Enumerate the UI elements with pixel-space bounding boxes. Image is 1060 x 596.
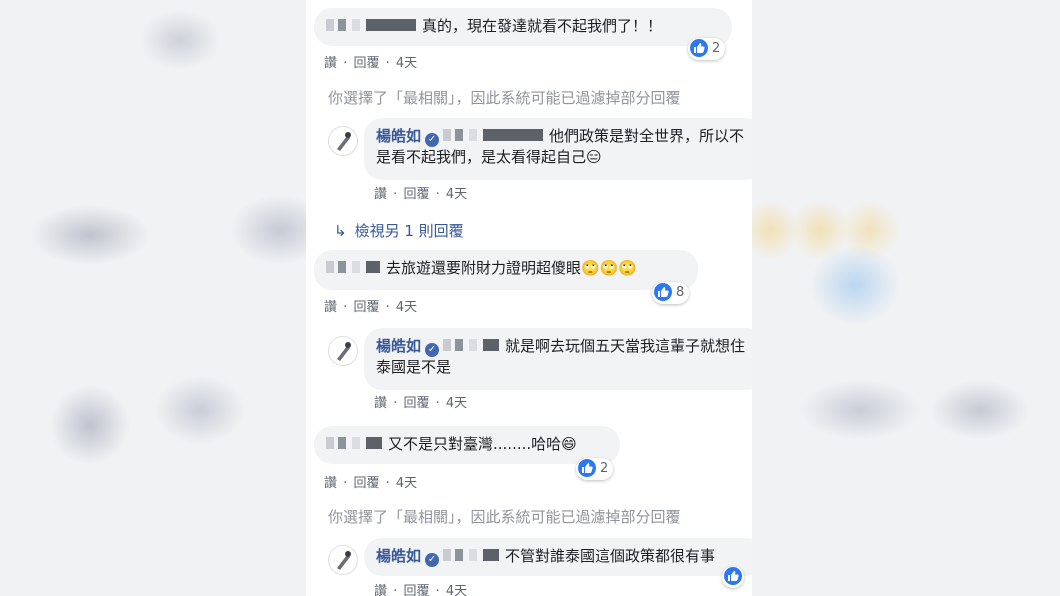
pixelated-username (443, 129, 544, 141)
author-name[interactable]: 楊皓如 (376, 127, 421, 145)
timestamp[interactable]: 4天 (446, 584, 467, 596)
comment-text: 不管對誰泰國這個政策都很有事 (505, 547, 716, 565)
timestamp[interactable]: 4天 (396, 56, 417, 71)
comment-actions: 讚 · 回覆 · 4天 (324, 56, 418, 71)
like-link[interactable]: 讚 (374, 584, 387, 596)
pixelated-username (443, 549, 500, 561)
comment-actions: 讚 · 回覆 · 4天 (324, 476, 418, 491)
comments-panel: 真的，現在發達就看不起我們了！！ 2 讚 · 回覆 · 4天 你選擇了「最相關」… (306, 0, 752, 596)
comment-text: 又不是只對臺灣........哈哈😄 (388, 435, 577, 453)
pixelated-username (326, 19, 416, 31)
comment-actions: 讚 · 回覆 · 4天 (374, 187, 468, 202)
verified-badge-icon: ✓ (425, 133, 440, 147)
reply-bubble: 楊皓如 ✓ 他們政策是對全世界，所以不是看不起我們，是太看得起自己😑 (364, 118, 752, 180)
reply-link[interactable]: 回覆 (403, 396, 429, 411)
avatar[interactable] (328, 126, 358, 156)
like-link[interactable]: 讚 (324, 300, 337, 315)
filter-note: 你選擇了「最相關」，因此系統可能已過濾掉部分回覆 (328, 508, 681, 526)
reply-arrow-icon: ↳ (334, 222, 347, 240)
comment-text: 去旅遊還要附財力證明超傻眼🙄🙄🙄 (386, 259, 638, 277)
verified-badge-icon: ✓ (425, 553, 440, 567)
view-more-replies-link[interactable]: ↳ 檢視另 1 則回覆 (334, 220, 464, 241)
author-name[interactable]: 楊皓如 (376, 547, 421, 565)
reply-link[interactable]: 回覆 (353, 56, 379, 71)
reply-link[interactable]: 回覆 (403, 187, 429, 202)
reaction-badge[interactable] (722, 566, 744, 588)
avatar[interactable] (328, 336, 358, 366)
timestamp[interactable]: 4天 (446, 187, 467, 202)
comment-actions: 讚 · 回覆 · 4天 (324, 300, 418, 315)
pixelated-username (326, 261, 380, 273)
comment-actions: 讚 · 回覆 · 4天 (374, 580, 469, 596)
timestamp[interactable]: 4天 (396, 476, 417, 491)
like-icon (654, 283, 672, 301)
comment-bubble: 去旅遊還要附財力證明超傻眼🙄🙄🙄 (314, 250, 698, 290)
like-link[interactable]: 讚 (374, 396, 387, 411)
avatar[interactable] (328, 545, 358, 575)
reply-bubble: 楊皓如 ✓ 不管對誰泰國這個政策都很有事 (364, 538, 752, 576)
like-icon (724, 567, 742, 585)
pixelated-username (443, 339, 500, 351)
comment-bubble: 又不是只對臺灣........哈哈😄 (314, 426, 620, 464)
pixelated-username (326, 437, 382, 449)
reply-link[interactable]: 回覆 (353, 300, 379, 315)
comment-actions: 讚 · 回覆 · 4天 (374, 396, 468, 411)
like-link[interactable]: 讚 (324, 56, 337, 71)
timestamp[interactable]: 4天 (396, 300, 417, 315)
comment-bubble: 真的，現在發達就看不起我們了！！ (314, 8, 732, 46)
like-link[interactable]: 讚 (324, 476, 337, 491)
reaction-count[interactable]: 2 (688, 38, 726, 60)
reply-link[interactable]: 回覆 (403, 584, 429, 596)
verified-badge-icon: ✓ (425, 343, 440, 357)
like-link[interactable]: 讚 (374, 187, 387, 202)
like-icon (578, 459, 596, 477)
comment-text: 真的，現在發達就看不起我們了！！ (422, 17, 663, 35)
timestamp[interactable]: 4天 (446, 396, 467, 411)
reply-bubble: 楊皓如 ✓ 就是啊去玩個五天當我這輩子就想住泰國是不是 (364, 328, 752, 390)
author-name[interactable]: 楊皓如 (376, 337, 421, 355)
reply-link[interactable]: 回覆 (353, 476, 379, 491)
filter-note: 你選擇了「最相關」，因此系統可能已過濾掉部分回覆 (328, 89, 681, 107)
like-icon (690, 39, 708, 57)
reaction-count[interactable]: 2 (576, 458, 614, 480)
reaction-count[interactable]: 8 (652, 282, 690, 304)
